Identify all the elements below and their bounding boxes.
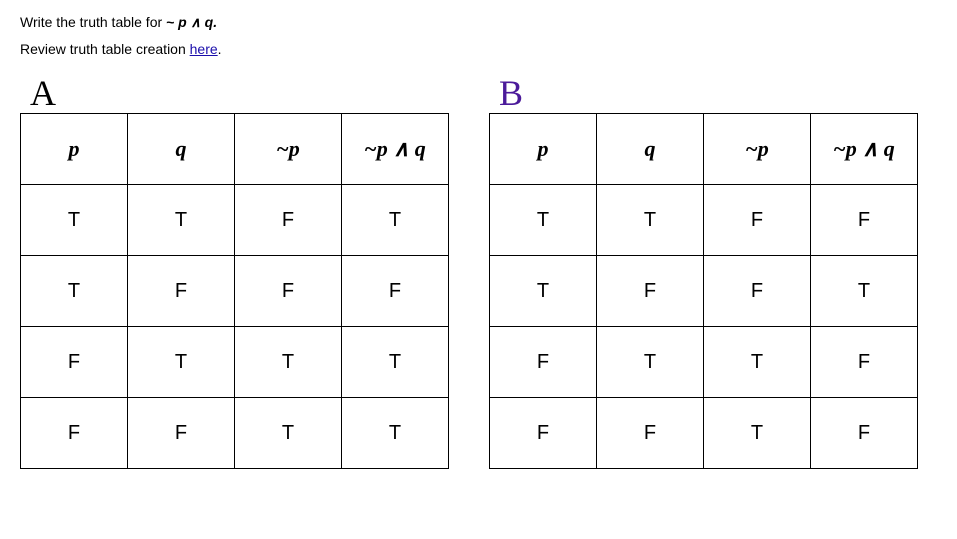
review-text-prefix: Review truth table creation xyxy=(20,41,190,57)
table-header-row: p q ~p ~p ∧ q xyxy=(490,114,918,185)
cell-value: T xyxy=(597,327,704,398)
col-header-notp-and-q: ~p ∧ q xyxy=(342,114,449,185)
question-expression: ~ p ∧ q. xyxy=(166,14,217,30)
cell-value: T xyxy=(704,398,811,469)
cell-value: F xyxy=(21,327,128,398)
question-prompt: Write the truth table for ~ p ∧ q. xyxy=(20,14,937,31)
cell-value: T xyxy=(490,185,597,256)
cell-value: F xyxy=(811,185,918,256)
cell-value: T xyxy=(21,185,128,256)
cell-value: F xyxy=(235,185,342,256)
cell-value: F xyxy=(811,398,918,469)
review-link[interactable]: here xyxy=(190,41,218,57)
label-a: A xyxy=(30,75,56,111)
cell-value: F xyxy=(597,256,704,327)
table-row: T F F T xyxy=(490,256,918,327)
cell-value: T xyxy=(490,256,597,327)
col-header-p: p xyxy=(490,114,597,185)
col-header-q: q xyxy=(128,114,235,185)
table-row: F T T T xyxy=(21,327,449,398)
cell-value: F xyxy=(342,256,449,327)
cell-value: T xyxy=(128,327,235,398)
question-prompt-text: Write the truth table for xyxy=(20,14,166,30)
cell-value: F xyxy=(128,398,235,469)
table-row: T T F F xyxy=(490,185,918,256)
review-text-suffix: . xyxy=(218,41,222,57)
truth-table-a: p q ~p ~p ∧ q T T F T T F F F F T T T xyxy=(20,113,449,469)
cell-value: T xyxy=(235,327,342,398)
table-group-b: B p q ~p ~p ∧ q T T F F T F F T F xyxy=(489,75,918,469)
cell-value: T xyxy=(128,185,235,256)
table-row: F F T F xyxy=(490,398,918,469)
table-header-row: p q ~p ~p ∧ q xyxy=(21,114,449,185)
cell-value: T xyxy=(342,327,449,398)
col-header-notp-and-q: ~p ∧ q xyxy=(811,114,918,185)
cell-value: T xyxy=(704,327,811,398)
cell-value: F xyxy=(21,398,128,469)
review-line: Review truth table creation here. xyxy=(20,41,937,57)
cell-value: T xyxy=(597,185,704,256)
label-b: B xyxy=(499,75,523,111)
cell-value: T xyxy=(21,256,128,327)
tables-container: A p q ~p ~p ∧ q T T F T T F F F F xyxy=(20,75,937,469)
cell-value: F xyxy=(128,256,235,327)
cell-value: T xyxy=(342,398,449,469)
cell-value: T xyxy=(235,398,342,469)
table-row: T F F F xyxy=(21,256,449,327)
cell-value: F xyxy=(704,185,811,256)
cell-value: F xyxy=(597,398,704,469)
col-header-notp: ~p xyxy=(704,114,811,185)
truth-table-b: p q ~p ~p ∧ q T T F F T F F T F T T F xyxy=(489,113,918,469)
cell-value: F xyxy=(704,256,811,327)
col-header-q: q xyxy=(597,114,704,185)
col-header-p: p xyxy=(21,114,128,185)
cell-value: F xyxy=(490,398,597,469)
table-row: F T T F xyxy=(490,327,918,398)
table-group-a: A p q ~p ~p ∧ q T T F T T F F F F xyxy=(20,75,449,469)
col-header-notp: ~p xyxy=(235,114,342,185)
cell-value: F xyxy=(235,256,342,327)
cell-value: F xyxy=(811,327,918,398)
table-row: T T F T xyxy=(21,185,449,256)
cell-value: T xyxy=(342,185,449,256)
cell-value: F xyxy=(490,327,597,398)
cell-value: T xyxy=(811,256,918,327)
table-row: F F T T xyxy=(21,398,449,469)
